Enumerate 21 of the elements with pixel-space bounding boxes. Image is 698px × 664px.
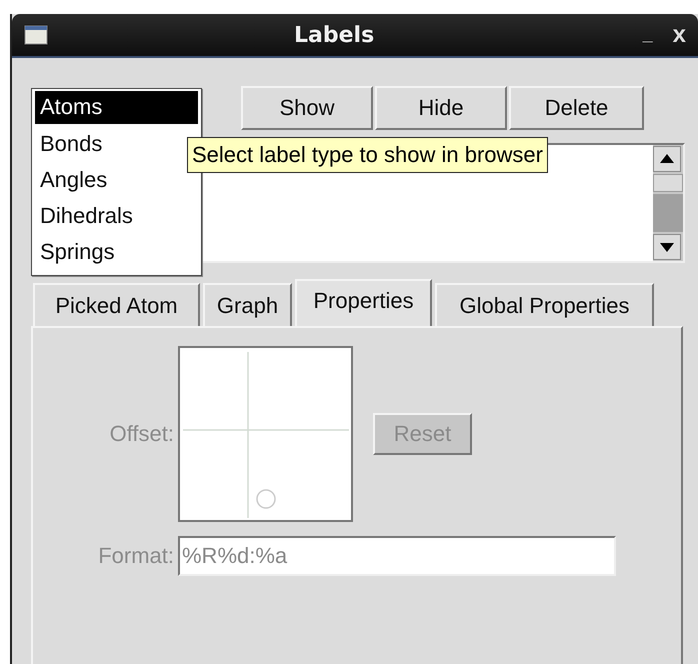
tab[interactable]: Picked Atom <box>33 283 200 326</box>
close-button[interactable]: x <box>668 21 690 49</box>
scrollbar[interactable] <box>653 145 683 261</box>
menu-item[interactable]: Atoms <box>35 91 198 124</box>
menu-item[interactable]: Springs <box>35 235 198 271</box>
tooltip: Select label type to show in browser <box>187 137 548 173</box>
action-button[interactable]: Show <box>241 86 373 130</box>
window-icon <box>24 25 48 45</box>
action-button[interactable]: Hide <box>375 86 507 130</box>
action-button[interactable]: Delete <box>509 86 644 130</box>
scroll-down-icon[interactable] <box>653 234 681 260</box>
tab[interactable]: Graph <box>203 283 292 326</box>
scroll-up-icon[interactable] <box>653 146 681 172</box>
window-title: Labels <box>294 22 374 48</box>
format-label: Format: <box>98 543 174 569</box>
menu-item[interactable]: Dihedrals <box>35 199 198 235</box>
minimize-button[interactable]: _ <box>638 24 657 49</box>
scroll-thumb[interactable] <box>653 174 683 192</box>
tab[interactable]: Properties <box>295 279 432 326</box>
offset-label: Offset: <box>110 421 174 447</box>
tab[interactable]: Global Properties <box>435 283 654 326</box>
